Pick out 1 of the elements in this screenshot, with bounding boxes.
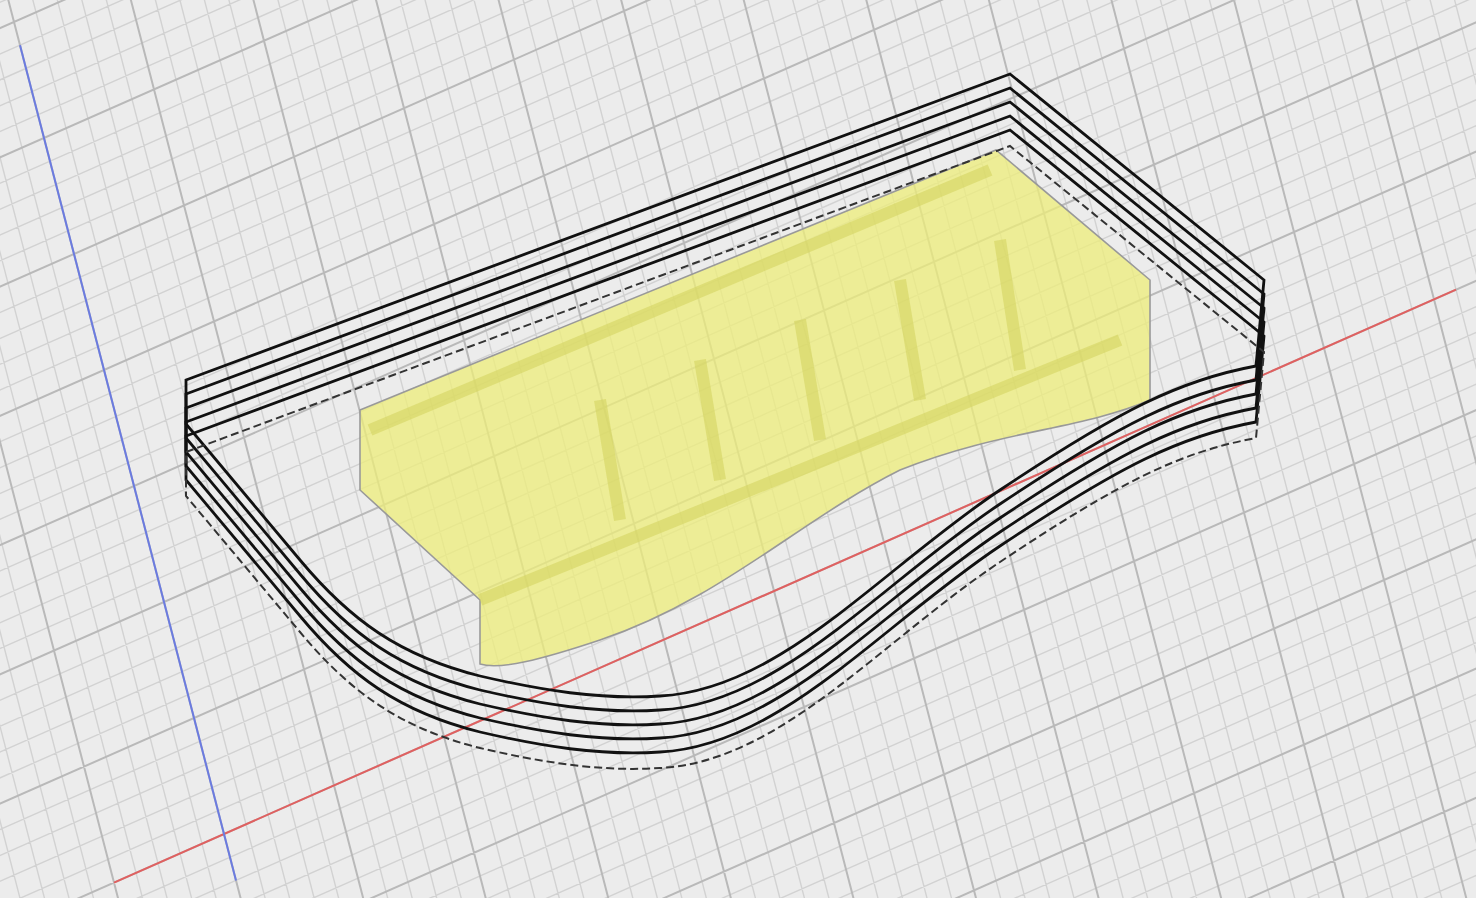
3d-viewport[interactable] — [0, 0, 1476, 898]
